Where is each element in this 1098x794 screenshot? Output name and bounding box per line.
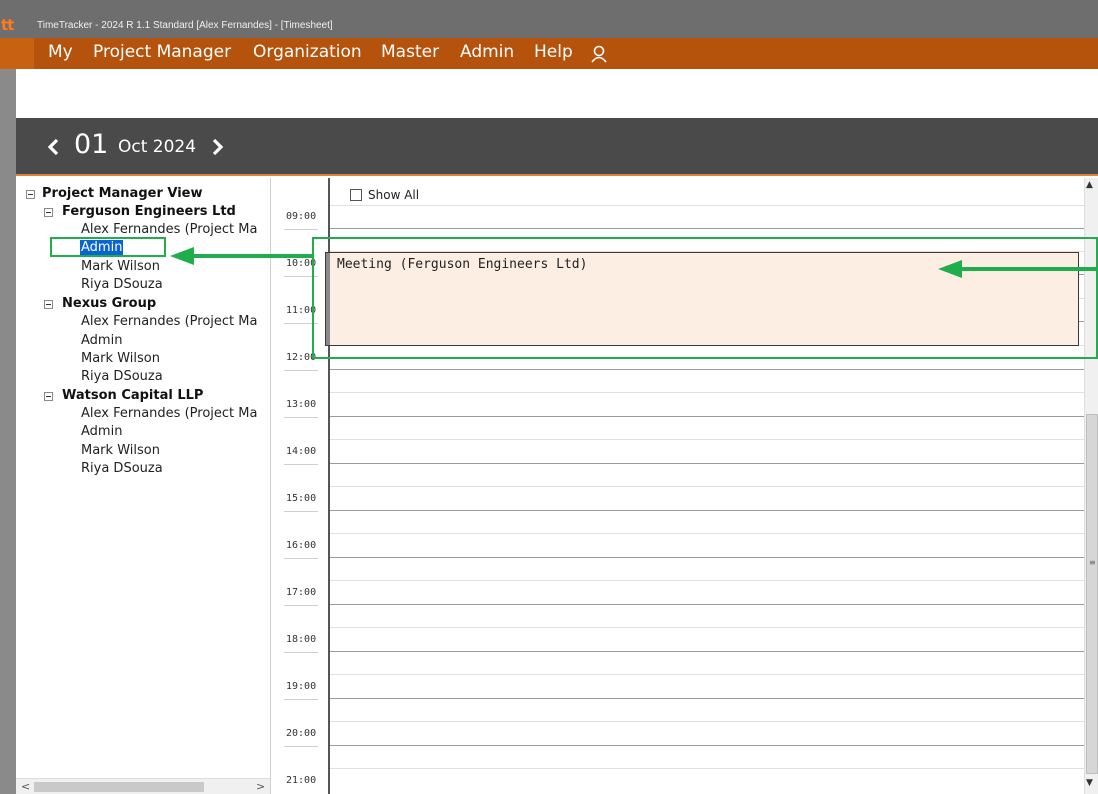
scroll-grip-icon: ≡	[1089, 558, 1096, 567]
hour-tick	[284, 229, 318, 230]
checkbox-box[interactable]	[350, 189, 362, 201]
menu-master[interactable]: Master	[381, 42, 439, 62]
scroll-thumb[interactable]	[34, 782, 204, 792]
half-hour-line	[330, 439, 1084, 440]
hour-line	[330, 698, 1084, 699]
hour-tick	[284, 417, 318, 418]
window-left-edge	[0, 69, 16, 794]
tree-horizontal-scrollbar[interactable]: < >	[16, 778, 270, 794]
chevron-right-icon[interactable]	[209, 136, 225, 158]
arrow-to-event-icon	[938, 260, 1098, 278]
hour-line	[330, 463, 1084, 464]
half-hour-line	[330, 486, 1084, 487]
user-icon[interactable]	[589, 44, 609, 64]
show-all-checkbox[interactable]: Show All	[350, 188, 419, 202]
tree-group-ferguson[interactable]: Ferguson Engineers Ltd	[62, 204, 236, 220]
tree-member[interactable]: Admin	[81, 333, 122, 349]
hour-label: 19:00	[286, 681, 317, 692]
hour-line	[330, 604, 1084, 605]
hour-label: 20:00	[286, 728, 317, 739]
hour-line	[330, 369, 1084, 370]
hour-line	[330, 557, 1084, 558]
tree-member[interactable]: Alex Fernandes (Project Ma	[81, 406, 257, 422]
tree-root[interactable]: Project Manager View	[42, 186, 203, 202]
tree-group-nexus[interactable]: Nexus Group	[62, 296, 156, 312]
tree-member[interactable]: Admin	[81, 424, 122, 440]
event-highlight-box	[312, 237, 1098, 359]
admin-highlight-box	[50, 237, 166, 257]
hour-label: 14:00	[286, 446, 317, 457]
toolbar-strip	[16, 69, 1098, 118]
menu-bar: My Project Manager Organization Master A…	[0, 38, 1098, 69]
menu-tile	[0, 38, 34, 69]
hour-label: 09:00	[286, 211, 317, 222]
chevron-left-icon[interactable]	[46, 136, 62, 158]
arrow-to-admin-icon	[170, 247, 312, 265]
hour-line	[330, 651, 1084, 652]
window-title: TimeTracker - 2024 R 1.1 Standard [Alex …	[37, 20, 333, 31]
collapse-group-icon[interactable]	[44, 208, 53, 217]
hour-tick	[284, 511, 318, 512]
tree-member[interactable]: Riya DSouza	[81, 461, 163, 477]
menu-my[interactable]: My	[48, 42, 73, 62]
half-hour-line	[330, 392, 1084, 393]
half-hour-line	[330, 721, 1084, 722]
hour-tick	[284, 699, 318, 700]
date-navigator: 01 Oct 2024	[16, 118, 1098, 176]
timetracker-window: tt TimeTracker - 2024 R 1.1 Standard [Al…	[0, 0, 1098, 794]
hour-label: 15:00	[286, 493, 317, 504]
menu-organization[interactable]: Organization	[253, 42, 362, 62]
hour-tick	[284, 464, 318, 465]
tree-group-watson[interactable]: Watson Capital LLP	[62, 388, 203, 404]
menu-help[interactable]: Help	[534, 42, 573, 62]
current-month-year: Oct 2024	[118, 137, 197, 157]
half-hour-line	[330, 768, 1084, 769]
project-tree: Project Manager View Ferguson Engineers …	[16, 178, 271, 794]
half-hour-line	[330, 674, 1084, 675]
show-all-label: Show All	[368, 188, 420, 202]
hour-tick	[284, 652, 318, 653]
scroll-down-icon[interactable]: ▼	[1086, 778, 1093, 788]
tree-member[interactable]: Mark Wilson	[81, 443, 160, 459]
hour-label: 17:00	[286, 587, 317, 598]
hour-line	[330, 510, 1084, 511]
scroll-thumb[interactable]	[1086, 414, 1098, 774]
tree-member[interactable]: Riya DSouza	[81, 277, 163, 293]
scroll-right-icon[interactable]: >	[256, 780, 265, 793]
current-day: 01	[74, 129, 109, 160]
collapse-group-icon[interactable]	[44, 392, 53, 401]
hour-line	[330, 416, 1084, 417]
hour-label: 13:00	[286, 399, 317, 410]
half-hour-line	[330, 580, 1084, 581]
tree-member[interactable]: Mark Wilson	[81, 351, 160, 367]
hour-label: 18:00	[286, 634, 317, 645]
hour-tick	[284, 605, 318, 606]
hour-tick	[284, 370, 318, 371]
tree-member[interactable]: Alex Fernandes (Project Ma	[81, 222, 257, 238]
hour-tick	[284, 746, 318, 747]
menu-admin[interactable]: Admin	[460, 42, 514, 62]
tree-member[interactable]: Mark Wilson	[81, 259, 160, 275]
scroll-left-icon[interactable]: <	[21, 780, 30, 793]
app-logo: tt	[1, 16, 14, 34]
collapse-root-icon[interactable]	[26, 190, 35, 199]
scroll-up-icon[interactable]: ▲	[1086, 180, 1093, 190]
hour-tick	[284, 558, 318, 559]
hour-line	[330, 745, 1084, 746]
title-bar: tt TimeTracker - 2024 R 1.1 Standard [Al…	[0, 0, 1098, 38]
hour-label: 16:00	[286, 540, 317, 551]
collapse-group-icon[interactable]	[44, 300, 53, 309]
hour-line	[330, 228, 1084, 229]
half-hour-line	[330, 205, 1084, 206]
hour-label: 21:00	[286, 775, 317, 786]
half-hour-line	[330, 533, 1084, 534]
half-hour-line	[330, 627, 1084, 628]
tree-member[interactable]: Alex Fernandes (Project Ma	[81, 314, 257, 330]
menu-project-manager[interactable]: Project Manager	[93, 42, 231, 62]
tree-member[interactable]: Riya DSouza	[81, 369, 163, 385]
